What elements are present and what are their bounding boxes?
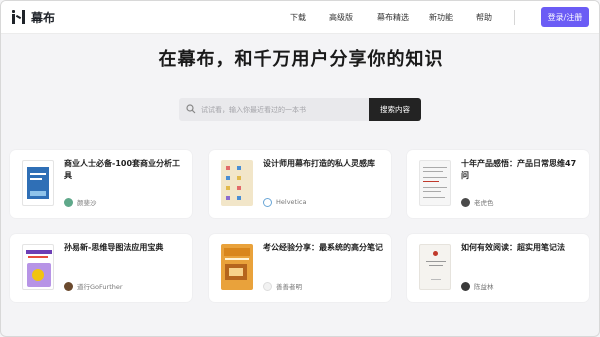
card-author[interactable]: 老虎色 bbox=[461, 197, 494, 207]
nav-divider bbox=[514, 10, 515, 25]
top-header: 幕布 下载 高级版 幕布精选 新功能 帮助 登录/注册 bbox=[1, 1, 599, 34]
nav-download[interactable]: 下载 bbox=[290, 12, 306, 23]
card-author[interactable]: 道行GoFurther bbox=[64, 281, 123, 291]
book-cover-orange bbox=[221, 244, 253, 290]
author-avatar bbox=[461, 197, 470, 207]
card-author[interactable]: 善善者明 bbox=[263, 281, 302, 291]
brand-name[interactable]: 幕布 bbox=[31, 9, 55, 26]
book-cover-purple bbox=[22, 244, 54, 290]
author-avatar bbox=[263, 281, 272, 291]
author-name[interactable]: 善善者明 bbox=[276, 281, 302, 291]
book-card[interactable]: 十年产品感悟：产品日常思维47问 老虎色 bbox=[407, 150, 589, 218]
book-card[interactable]: 孙易新-思维导图法应用宝典 道行GoFurther bbox=[10, 234, 192, 302]
search-button[interactable]: 搜索内容 bbox=[369, 98, 421, 121]
card-title[interactable]: 设计师用幕布打造的私人灵感库 bbox=[263, 158, 383, 170]
book-card[interactable]: 如何有效阅读：超实用笔记法 陈益林 bbox=[407, 234, 589, 302]
author-name[interactable]: Helvetica bbox=[276, 198, 306, 206]
card-author[interactable]: 陈益林 bbox=[461, 281, 494, 291]
book-cover-light bbox=[419, 244, 451, 290]
search-input[interactable] bbox=[201, 98, 366, 121]
author-name[interactable]: 道行GoFurther bbox=[77, 281, 123, 291]
book-cover-blue bbox=[22, 160, 54, 206]
nav-featured[interactable]: 幕布精选 bbox=[377, 12, 409, 23]
search-icon bbox=[186, 104, 196, 114]
page: 幕布 下载 高级版 幕布精选 新功能 帮助 登录/注册 在幕布，和千万用户分享你… bbox=[0, 0, 600, 337]
card-author[interactable]: 颜斐沙 bbox=[64, 197, 97, 207]
book-cover-cream bbox=[221, 160, 253, 206]
search-bar bbox=[179, 98, 369, 121]
card-title[interactable]: 十年产品感悟：产品日常思维47问 bbox=[461, 158, 581, 182]
card-title[interactable]: 考公经验分享：最系统的高分笔记 bbox=[263, 242, 383, 254]
login-register-button[interactable]: 登录/注册 bbox=[541, 7, 589, 27]
card-author[interactable]: Helvetica bbox=[263, 197, 306, 207]
author-avatar bbox=[461, 281, 470, 291]
author-name[interactable]: 陈益林 bbox=[474, 281, 494, 291]
book-card[interactable]: 考公经验分享：最系统的高分笔记 善善者明 bbox=[209, 234, 391, 302]
author-name[interactable]: 老虎色 bbox=[474, 197, 494, 207]
hero-headline: 在幕布，和千万用户分享你的知识 bbox=[158, 49, 444, 70]
author-avatar bbox=[64, 281, 73, 291]
nav-help[interactable]: 帮助 bbox=[476, 12, 492, 23]
card-title[interactable]: 孙易新-思维导图法应用宝典 bbox=[64, 242, 184, 254]
book-card[interactable]: 商业人士必备-100套商业分析工具 颜斐沙 bbox=[10, 150, 192, 218]
author-avatar bbox=[64, 197, 73, 207]
card-title[interactable]: 如何有效阅读：超实用笔记法 bbox=[461, 242, 581, 254]
card-title[interactable]: 商业人士必备-100套商业分析工具 bbox=[64, 158, 184, 182]
book-card[interactable]: 设计师用幕布打造的私人灵感库 Helvetica bbox=[209, 150, 391, 218]
author-avatar bbox=[263, 197, 272, 207]
book-cover-white bbox=[419, 160, 451, 206]
mubu-logo-icon[interactable] bbox=[12, 10, 26, 24]
nav-new-features[interactable]: 新功能 bbox=[429, 12, 453, 23]
author-name[interactable]: 颜斐沙 bbox=[77, 197, 97, 207]
nav-premium[interactable]: 高级版 bbox=[329, 12, 353, 23]
